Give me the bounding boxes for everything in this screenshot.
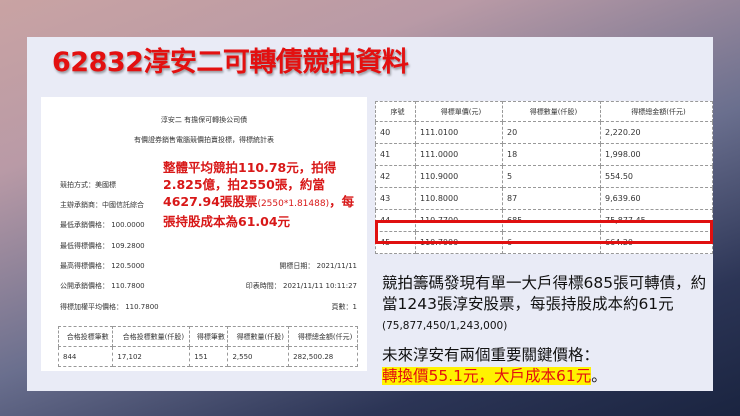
highlight-box-row-44 [375, 220, 713, 244]
doc-subheading: 有價證券銷售電腦競價拍賣投標，得標統計表 [134, 136, 274, 144]
table-cell: 18 [502, 143, 601, 166]
table-row: 43 110.8000 87 9,639.60 [375, 187, 713, 210]
th: 得標數量(仟股) [227, 326, 290, 347]
doc-label: 最低得標價格： 109.2800 [60, 242, 145, 250]
th: 序號 [375, 101, 416, 122]
td: 17,102 [112, 346, 191, 367]
doc-print-time: 印表時間： 2021/11/11 10:11:27 [245, 282, 357, 290]
th: 得標筆數 [189, 326, 229, 347]
td: 844 [57, 346, 114, 367]
table-cell: 9,639.60 [600, 187, 713, 210]
table-cell: 5 [502, 165, 601, 188]
doc-label: 最高得標價格： 120.5000 [60, 262, 145, 270]
table-cell: 1,998.00 [600, 143, 713, 166]
td: 282,500.28 [288, 346, 358, 367]
doc-open-date: 開標日期： 2021/11/11 [279, 262, 357, 270]
doc-label: 競拍方式：美國標 [60, 181, 116, 189]
th: 得標單價(元) [415, 101, 503, 122]
doc-label: 公開承銷價格： 110.7800 [60, 282, 145, 290]
table-row: 41 111.0000 18 1,998.00 [375, 143, 713, 166]
note-key-prices: 未來淳安有兩個重要關鍵價格： 轉換價55.1元，大戶成本61元。 [382, 345, 712, 386]
table-cell: 87 [502, 187, 601, 210]
th: 得標總金額(仟元) [288, 326, 358, 347]
annotation-formula: (2550*1.81488) [257, 199, 330, 209]
annotation: 整體平均競拍110.78元，拍得2.825億，拍2550張，約當4627.94張… [163, 159, 363, 230]
note2-text: 未來淳安有兩個重要關鍵價格： [382, 346, 600, 364]
table-cell: 41 [375, 143, 416, 166]
th: 合格投標筆數 [57, 326, 114, 347]
table-cell: 111.0100 [415, 121, 503, 144]
table-cell: 554.50 [600, 165, 713, 188]
note1-text: 競拍籌碼發現有單一大戶得標685張可轉債，約當1243張淳安股票，每張持股成本約… [382, 274, 707, 313]
table-cell: 110.9000 [415, 165, 503, 188]
doc-label: 得標加權平均價格： 110.7800 [60, 303, 159, 311]
note2-end: 。 [591, 366, 607, 385]
note2-highlight: 轉換價55.1元，大戶成本61元 [382, 366, 592, 385]
th: 合格投標數量(仟股) [112, 326, 191, 347]
table-cell: 42 [375, 165, 416, 188]
summary-table: 合格投標筆數 合格投標數量(仟股) 得標筆數 得標數量(仟股) 得標總金額(仟元) 84… [57, 326, 358, 367]
doc-heading: 淳安二 有擔保可轉換公司債 [160, 116, 248, 124]
note1-calc: (75,877,450/1,243,000) [382, 320, 508, 332]
table-cell: 110.8000 [415, 187, 503, 210]
doc-label: 最低承銷價格： 100.0000 [60, 221, 145, 229]
th: 得標數量(仟股) [502, 101, 601, 122]
th: 得標總金額(仟元) [600, 101, 713, 122]
td: 151 [189, 346, 229, 367]
doc-label: 主辦承銷商：中國信託綜合 [60, 201, 144, 209]
table-cell: 2,220.20 [600, 121, 713, 144]
table-row: 42 110.9000 5 554.50 [375, 165, 713, 188]
table-cell: 111.0000 [415, 143, 503, 166]
table-cell: 43 [375, 187, 416, 210]
slide-title: 62832淳安二可轉債競拍資料 [52, 47, 409, 78]
doc-page-count: 頁數：1 [331, 303, 357, 311]
table-cell: 20 [502, 121, 601, 144]
auction-summary-document: 淳安二 有擔保可轉換公司債 有價證券銷售電腦競價拍賣投標，得標統計表 競拍方式：… [41, 97, 367, 371]
table-cell: 40 [375, 121, 416, 144]
note-large-holder: 競拍籌碼發現有單一大戶得標685張可轉債，約當1243張淳安股票，每張持股成本約… [382, 273, 712, 337]
td: 2,550 [227, 346, 290, 367]
table-row: 40 111.0100 20 2,220.20 [375, 121, 713, 144]
